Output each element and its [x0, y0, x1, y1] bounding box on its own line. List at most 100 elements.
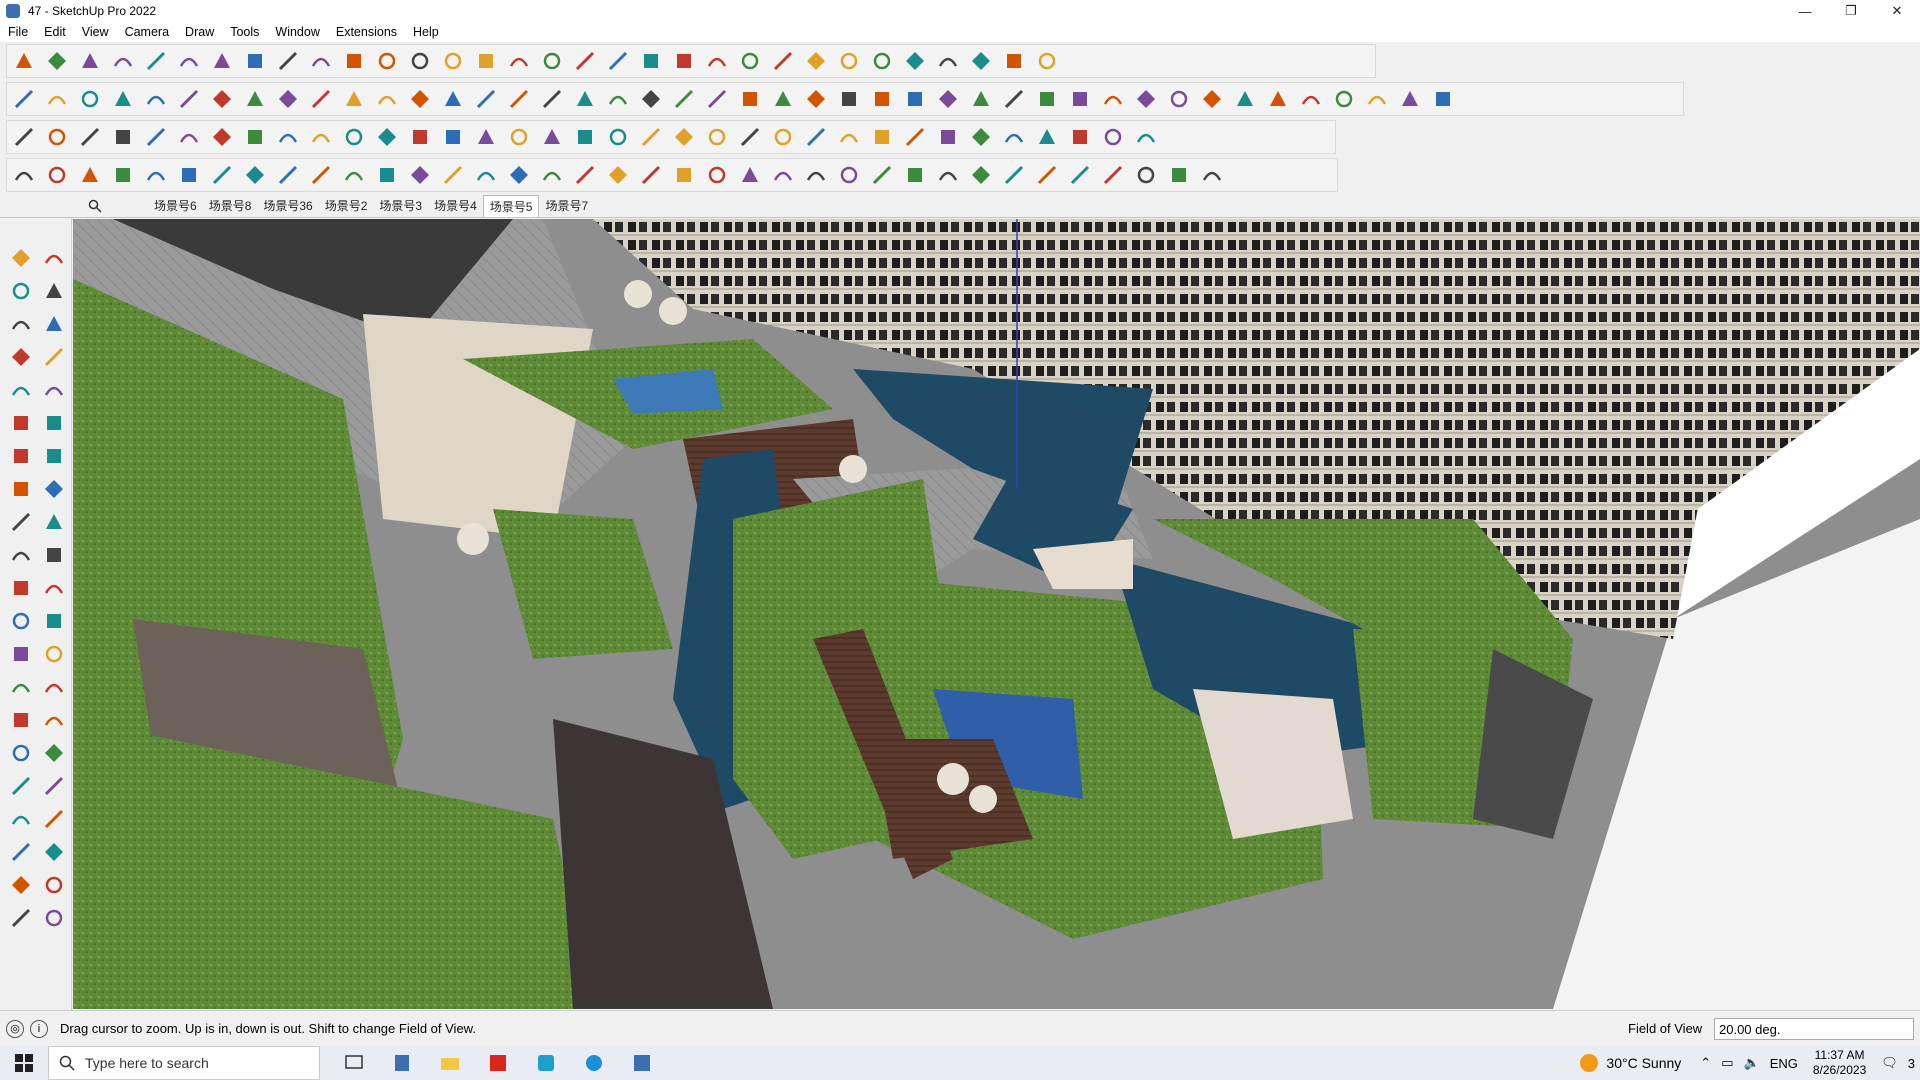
- lasso-icon[interactable]: [1063, 83, 1096, 115]
- text-icon[interactable]: [403, 45, 436, 77]
- weather-widget[interactable]: 30°C Sunny: [1580, 1054, 1681, 1072]
- box-icon[interactable]: [832, 159, 865, 191]
- rectangle-icon[interactable]: [172, 45, 205, 77]
- tile-icon[interactable]: [931, 121, 964, 153]
- styles-icon[interactable]: [667, 45, 700, 77]
- rotate-cube-icon[interactable]: [733, 121, 766, 153]
- frame-icon[interactable]: [931, 159, 964, 191]
- pink-cube-icon[interactable]: [1195, 83, 1228, 115]
- follow-me-icon[interactable]: [238, 45, 271, 77]
- menu-extensions[interactable]: Extensions: [328, 25, 405, 39]
- iso-view-icon[interactable]: [7, 83, 40, 115]
- top-view-icon[interactable]: [40, 83, 73, 115]
- pattern-icon[interactable]: [964, 159, 997, 191]
- warehouse-icon[interactable]: [1030, 45, 1063, 77]
- smoove-icon[interactable]: [535, 83, 568, 115]
- house-outline-icon[interactable]: [601, 83, 634, 115]
- plus-icon[interactable]: [436, 121, 469, 153]
- menu-camera[interactable]: Camera: [117, 25, 177, 39]
- bucket-icon[interactable]: [73, 159, 106, 191]
- volume-icon[interactable]: 🔈: [1744, 1055, 1760, 1071]
- section-cut-icon[interactable]: [436, 83, 469, 115]
- camera-icon[interactable]: [1360, 83, 1393, 115]
- triangle-icon[interactable]: [568, 121, 601, 153]
- link-icon[interactable]: [370, 121, 403, 153]
- freehand-icon[interactable]: [139, 45, 172, 77]
- flag-icon[interactable]: [205, 121, 238, 153]
- menu-view[interactable]: View: [74, 25, 117, 39]
- file-explorer-icon[interactable]: [426, 1046, 474, 1080]
- menu-window[interactable]: Window: [267, 25, 327, 39]
- bezier-icon[interactable]: [40, 159, 73, 191]
- sphere-icon[interactable]: [205, 159, 238, 191]
- loop-icon[interactable]: [1129, 83, 1162, 115]
- circle-icon[interactable]: [4, 407, 37, 439]
- diag-icon[interactable]: [700, 159, 733, 191]
- walk-icon[interactable]: [4, 836, 37, 868]
- house-icon[interactable]: [568, 83, 601, 115]
- lock-icon[interactable]: [898, 121, 931, 153]
- garage-icon[interactable]: [700, 83, 733, 115]
- dimension-icon[interactable]: [37, 605, 70, 637]
- position-camera-icon[interactable]: [4, 803, 37, 835]
- sandbox-icon[interactable]: [601, 45, 634, 77]
- taskbar-search[interactable]: Type here to search: [48, 1046, 320, 1080]
- move-3d-icon[interactable]: [1294, 83, 1327, 115]
- stack-icon[interactable]: [1426, 83, 1459, 115]
- leaf-icon[interactable]: [238, 159, 271, 191]
- blue-diamond-icon[interactable]: [40, 121, 73, 153]
- connector-icon[interactable]: [832, 121, 865, 153]
- arc-icon[interactable]: [4, 440, 37, 472]
- zoom-icon[interactable]: [4, 737, 37, 769]
- notification-icon[interactable]: 🗨: [1881, 1055, 1898, 1071]
- blue-plane-icon[interactable]: [7, 121, 40, 153]
- rotate-icon[interactable]: [4, 539, 37, 571]
- panel-icon[interactable]: [1393, 83, 1426, 115]
- hook-icon[interactable]: [766, 121, 799, 153]
- pan-icon[interactable]: [37, 704, 70, 736]
- ellipse-icon[interactable]: [931, 83, 964, 115]
- measurements-box[interactable]: 20.00 deg.: [1714, 1018, 1914, 1040]
- orbit-icon[interactable]: [469, 45, 502, 77]
- home-icon[interactable]: [667, 83, 700, 115]
- select-icon[interactable]: [4, 242, 37, 274]
- node-icon[interactable]: [403, 121, 436, 153]
- arrow-icon[interactable]: [766, 159, 799, 191]
- paint-bucket-icon[interactable]: [436, 45, 469, 77]
- trim-icon[interactable]: [238, 83, 271, 115]
- text-icon[interactable]: [37, 638, 70, 670]
- section-plane-icon[interactable]: [37, 836, 70, 868]
- paint-bucket-icon[interactable]: [4, 275, 37, 307]
- frame-icon[interactable]: [271, 121, 304, 153]
- tag-icon[interactable]: [37, 308, 70, 340]
- bend-icon[interactable]: [436, 159, 469, 191]
- union-icon[interactable]: [172, 83, 205, 115]
- grille-icon[interactable]: [1030, 159, 1063, 191]
- redo-icon[interactable]: [997, 45, 1030, 77]
- volcano-icon[interactable]: [535, 121, 568, 153]
- arrows-icon[interactable]: [898, 45, 931, 77]
- zoom-icon[interactable]: [535, 45, 568, 77]
- shadows-icon[interactable]: [700, 45, 733, 77]
- push-icon[interactable]: [106, 83, 139, 115]
- maximize-button[interactable]: ❐: [1828, 0, 1874, 22]
- flip-icon[interactable]: [865, 45, 898, 77]
- menu-tools[interactable]: Tools: [222, 25, 267, 39]
- stamp-icon[interactable]: [1327, 83, 1360, 115]
- two-point-arc-icon[interactable]: [37, 440, 70, 472]
- scene-tab-active[interactable]: 场景号5: [482, 194, 540, 217]
- dotted-circle-icon[interactable]: [1096, 121, 1129, 153]
- three-point-arc-icon[interactable]: [4, 473, 37, 505]
- zoom-extents-icon[interactable]: [568, 45, 601, 77]
- scale-icon[interactable]: [337, 45, 370, 77]
- gear-icon[interactable]: [1096, 159, 1129, 191]
- scene-tab[interactable]: 场景号6: [148, 195, 203, 217]
- section-icon[interactable]: [832, 45, 865, 77]
- menu-edit[interactable]: Edit: [36, 25, 74, 39]
- texture-icon[interactable]: [997, 121, 1030, 153]
- menu-file[interactable]: File: [0, 25, 36, 39]
- solid-tools-icon[interactable]: [139, 83, 172, 115]
- fold-icon[interactable]: [304, 159, 337, 191]
- minimize-button[interactable]: —: [1782, 0, 1828, 22]
- orbit-icon[interactable]: [4, 704, 37, 736]
